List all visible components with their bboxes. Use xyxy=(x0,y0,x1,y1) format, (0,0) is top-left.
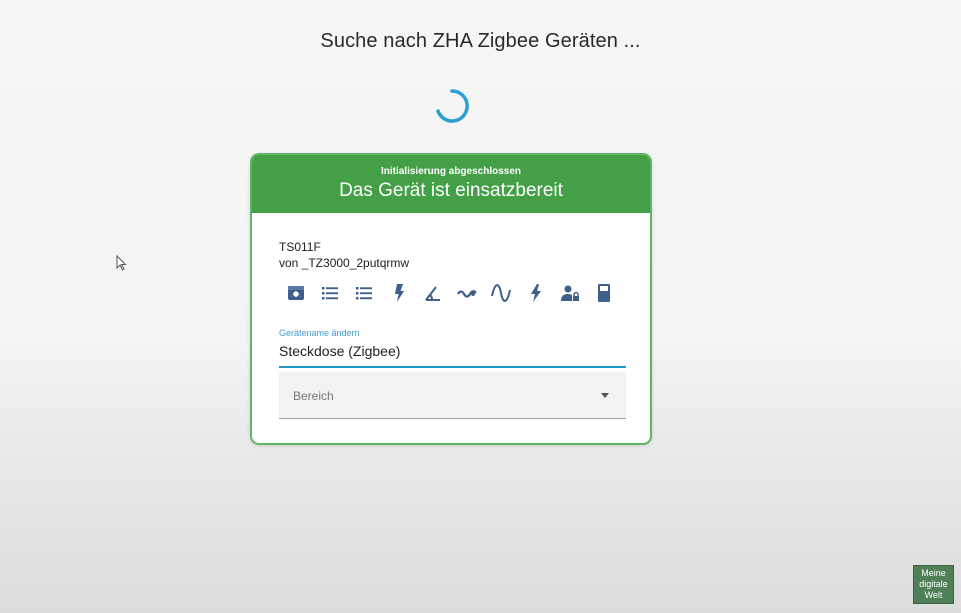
card-title: Das Gerät ist einsatzbereit xyxy=(339,180,563,201)
power-icon[interactable] xyxy=(388,282,410,304)
area-select[interactable]: Bereich xyxy=(279,372,626,419)
device-manufacturer: von _TZ3000_2putqrmw xyxy=(279,256,410,270)
device-name-field: Gerätename ändern xyxy=(279,328,626,368)
area-select-label: Bereich xyxy=(293,389,334,403)
device-name-label: Gerätename ändern xyxy=(279,328,360,338)
logo-line: digitale xyxy=(919,579,948,589)
current-icon[interactable] xyxy=(456,282,478,304)
switch-icon[interactable] xyxy=(285,282,307,304)
lock-person-icon[interactable] xyxy=(559,282,581,304)
voltage-icon[interactable] xyxy=(490,282,512,304)
flash-icon[interactable] xyxy=(525,282,547,304)
logo-line: Meine xyxy=(921,568,946,578)
chevron-down-icon xyxy=(601,393,609,398)
mouse-cursor-icon xyxy=(116,255,127,271)
page-title: Suche nach ZHA Zigbee Geräten ... xyxy=(320,30,641,52)
device-name-input[interactable] xyxy=(279,343,626,359)
device-icon[interactable] xyxy=(593,282,615,304)
list-icon[interactable] xyxy=(353,282,375,304)
entity-icons xyxy=(285,282,615,304)
channel-logo: Meine digitale Welt xyxy=(913,565,954,604)
logo-line: Welt xyxy=(924,590,943,600)
angle-icon[interactable] xyxy=(422,282,444,304)
card-header: Initialisierung abgeschlossen Das Gerät … xyxy=(252,155,650,213)
loading-spinner-icon xyxy=(436,89,469,123)
device-model: TS011F xyxy=(279,240,321,254)
device-ready-card: Initialisierung abgeschlossen Das Gerät … xyxy=(250,153,652,445)
list-icon[interactable] xyxy=(319,282,341,304)
card-subtitle: Initialisierung abgeschlossen xyxy=(380,166,522,177)
